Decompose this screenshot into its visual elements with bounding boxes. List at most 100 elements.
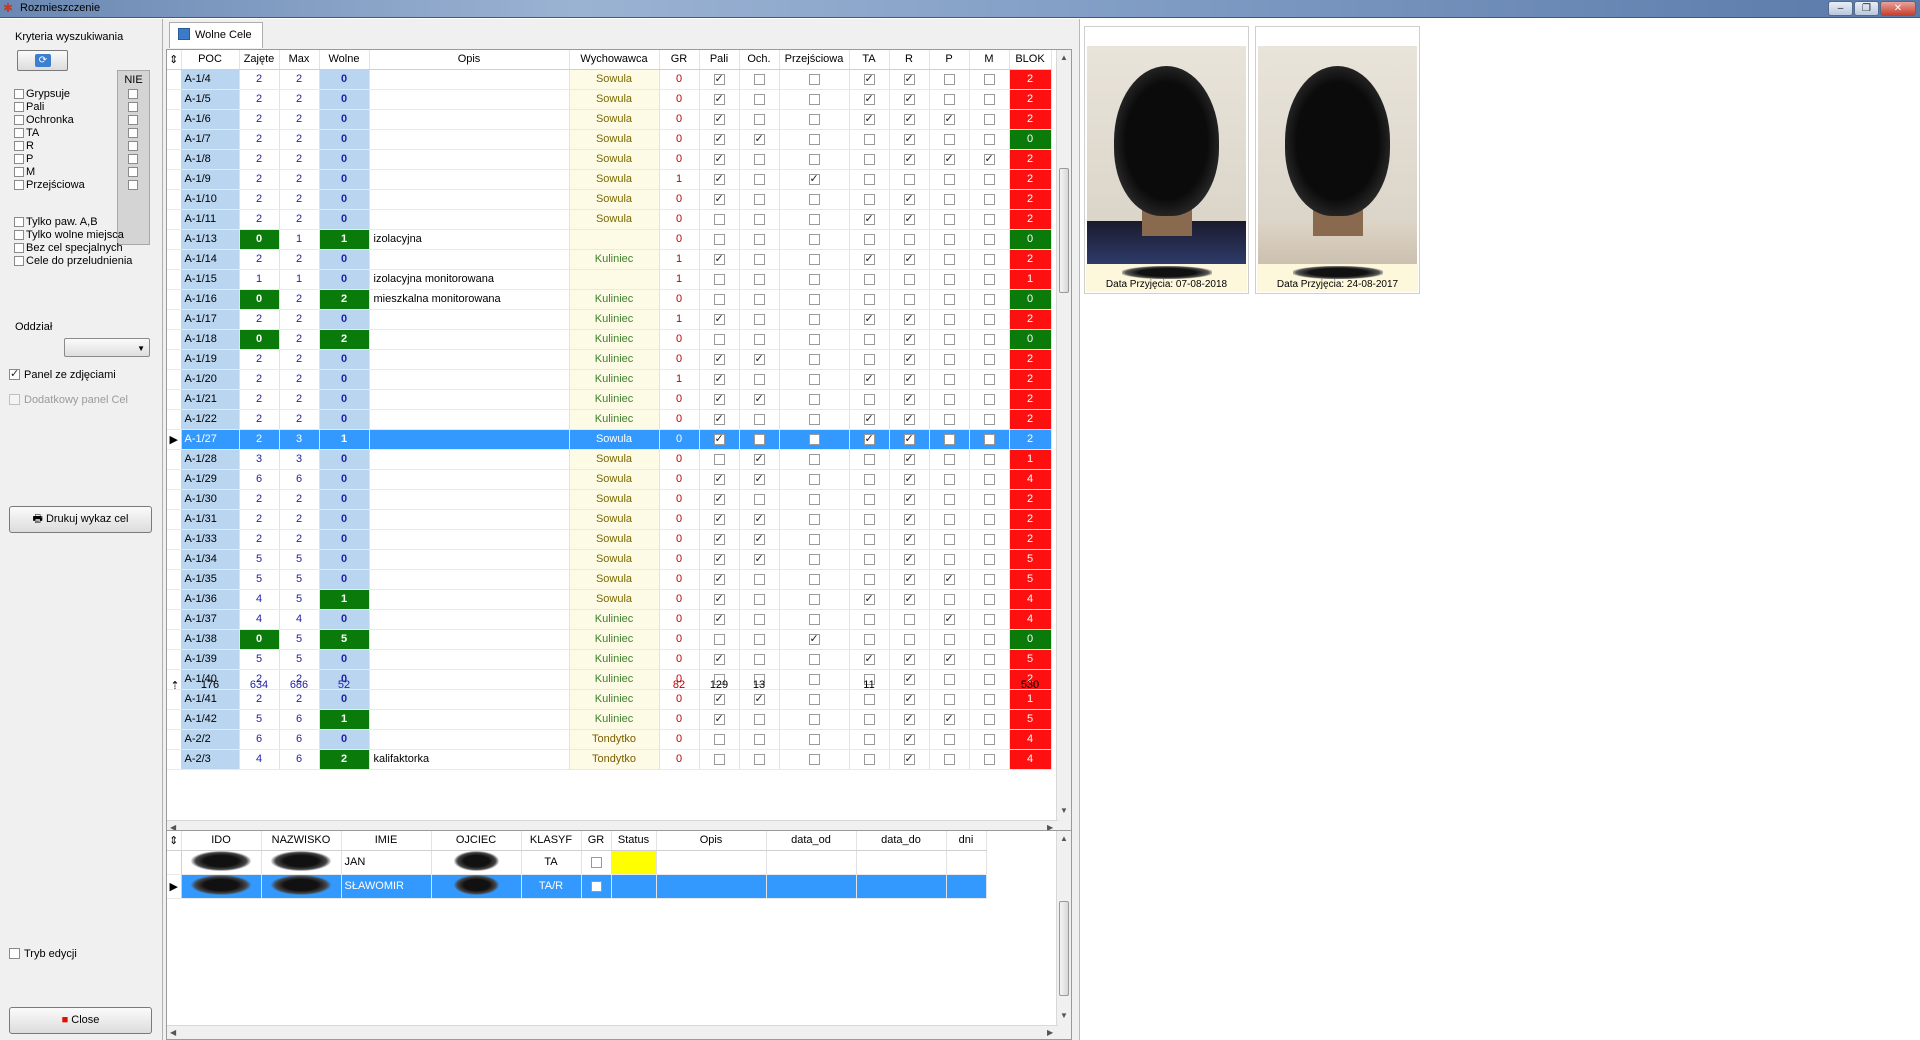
och-checkbox[interactable]: [753, 293, 765, 305]
pali-checkbox[interactable]: [713, 192, 725, 205]
och-checkbox[interactable]: [753, 113, 765, 125]
m-checkbox[interactable]: [983, 493, 995, 505]
table-row[interactable]: A-1/15 1 1 0 izolacyjna monitorowana 1 1: [167, 269, 1052, 290]
pali-checkbox[interactable]: [713, 92, 725, 105]
prz-checkbox[interactable]: [808, 153, 820, 165]
table-row[interactable]: A-1/34550Sowula05: [167, 549, 1052, 570]
column-header[interactable]: KLASYF: [521, 831, 582, 851]
m-checkbox[interactable]: [983, 93, 995, 105]
table-row[interactable]: A-1/39550Kuliniec05: [167, 649, 1052, 670]
table-row[interactable]: A-1/21220Kuliniec02: [167, 389, 1052, 410]
prz-checkbox[interactable]: [808, 133, 820, 145]
column-header[interactable]: TA: [849, 50, 890, 70]
row-indicator[interactable]: ▶: [167, 874, 182, 899]
p-checkbox[interactable]: [943, 473, 955, 485]
pali-checkbox[interactable]: [713, 432, 725, 445]
p-checkbox[interactable]: [943, 293, 955, 305]
m-checkbox[interactable]: [983, 333, 995, 345]
prz-checkbox[interactable]: [808, 393, 820, 405]
table-row[interactable]: A-1/33220Sowula02: [167, 529, 1052, 550]
p-checkbox[interactable]: [943, 533, 955, 545]
prz-checkbox[interactable]: [808, 473, 820, 485]
panel-photos-checkbox[interactable]: [9, 367, 20, 380]
p-checkbox[interactable]: [943, 193, 955, 205]
pali-checkbox[interactable]: [713, 532, 725, 545]
minimize-button[interactable]: ‒: [1828, 1, 1853, 16]
column-header[interactable]: Zajęte: [239, 50, 280, 70]
prz-checkbox[interactable]: [808, 753, 820, 765]
ta-checkbox[interactable]: [863, 652, 875, 665]
och-checkbox[interactable]: [753, 512, 765, 525]
m-checkbox[interactable]: [983, 573, 995, 585]
column-header[interactable]: data_do: [856, 831, 947, 851]
nie-checkbox[interactable]: [128, 89, 138, 99]
row-indicator[interactable]: [167, 469, 182, 490]
r-checkbox[interactable]: [903, 112, 915, 125]
option-checkbox[interactable]: [14, 256, 24, 266]
p-checkbox[interactable]: [943, 133, 955, 145]
cells-vertical-scrollbar[interactable]: ▲ ▼: [1056, 50, 1071, 834]
window-close-button[interactable]: ✕: [1880, 1, 1916, 16]
m-checkbox[interactable]: [983, 233, 995, 245]
table-row[interactable]: A-1/28330Sowula01: [167, 449, 1052, 470]
r-checkbox[interactable]: [903, 252, 915, 265]
row-indicator[interactable]: [167, 729, 182, 750]
och-checkbox[interactable]: [753, 613, 765, 625]
ta-checkbox[interactable]: [863, 333, 875, 345]
scroll-up-icon[interactable]: ▲: [1060, 53, 1068, 62]
ta-checkbox[interactable]: [863, 753, 875, 765]
ta-checkbox[interactable]: [863, 412, 875, 425]
r-checkbox[interactable]: [903, 173, 915, 185]
p-checkbox[interactable]: [943, 333, 955, 345]
table-row[interactable]: A-1/19220Kuliniec02: [167, 349, 1052, 370]
p-checkbox[interactable]: [943, 393, 955, 405]
row-indicator[interactable]: [167, 209, 182, 230]
ta-checkbox[interactable]: [863, 193, 875, 205]
pali-checkbox[interactable]: [713, 172, 725, 185]
row-indicator[interactable]: [167, 629, 182, 650]
och-checkbox[interactable]: [753, 532, 765, 545]
pali-checkbox[interactable]: [713, 733, 725, 745]
filter-checkbox[interactable]: [14, 154, 24, 164]
filter-checkbox[interactable]: [14, 180, 24, 190]
filter-checkbox[interactable]: [14, 141, 24, 151]
r-checkbox[interactable]: [903, 273, 915, 285]
ta-checkbox[interactable]: [863, 353, 875, 365]
sort-up-icon[interactable]: ⇡: [169, 679, 181, 692]
p-checkbox[interactable]: [943, 493, 955, 505]
close-button[interactable]: ■ Close: [9, 1007, 152, 1034]
pali-checkbox[interactable]: [713, 652, 725, 665]
m-checkbox[interactable]: [983, 513, 995, 525]
row-indicator[interactable]: [167, 229, 182, 250]
p-checkbox[interactable]: [943, 152, 955, 165]
r-checkbox[interactable]: [903, 212, 915, 225]
column-header[interactable]: Wolne: [319, 50, 370, 70]
ta-checkbox[interactable]: [863, 92, 875, 105]
row-indicator[interactable]: [167, 529, 182, 550]
och-checkbox[interactable]: [753, 573, 765, 585]
m-checkbox[interactable]: [983, 133, 995, 145]
och-checkbox[interactable]: [753, 313, 765, 325]
och-checkbox[interactable]: [753, 653, 765, 665]
option-checkbox[interactable]: [14, 243, 24, 253]
ta-checkbox[interactable]: [863, 473, 875, 485]
r-checkbox[interactable]: [903, 652, 915, 665]
och-checkbox[interactable]: [753, 733, 765, 745]
prz-checkbox[interactable]: [808, 273, 820, 285]
prz-checkbox[interactable]: [808, 613, 820, 625]
och-checkbox[interactable]: [753, 593, 765, 605]
p-checkbox[interactable]: [943, 433, 955, 445]
prz-checkbox[interactable]: [808, 593, 820, 605]
r-checkbox[interactable]: [903, 572, 915, 585]
row-indicator[interactable]: [167, 509, 182, 530]
table-row[interactable]: A-1/13 0 1 1 izolacyjna 0 0: [167, 229, 1052, 250]
row-indicator-header[interactable]: ⇕: [167, 831, 182, 851]
prz-checkbox[interactable]: [808, 172, 820, 185]
ta-checkbox[interactable]: [863, 533, 875, 545]
ta-checkbox[interactable]: [863, 573, 875, 585]
ta-checkbox[interactable]: [863, 312, 875, 325]
ta-checkbox[interactable]: [863, 613, 875, 625]
p-checkbox[interactable]: [943, 733, 955, 745]
p-checkbox[interactable]: [943, 652, 955, 665]
ta-checkbox[interactable]: [863, 112, 875, 125]
